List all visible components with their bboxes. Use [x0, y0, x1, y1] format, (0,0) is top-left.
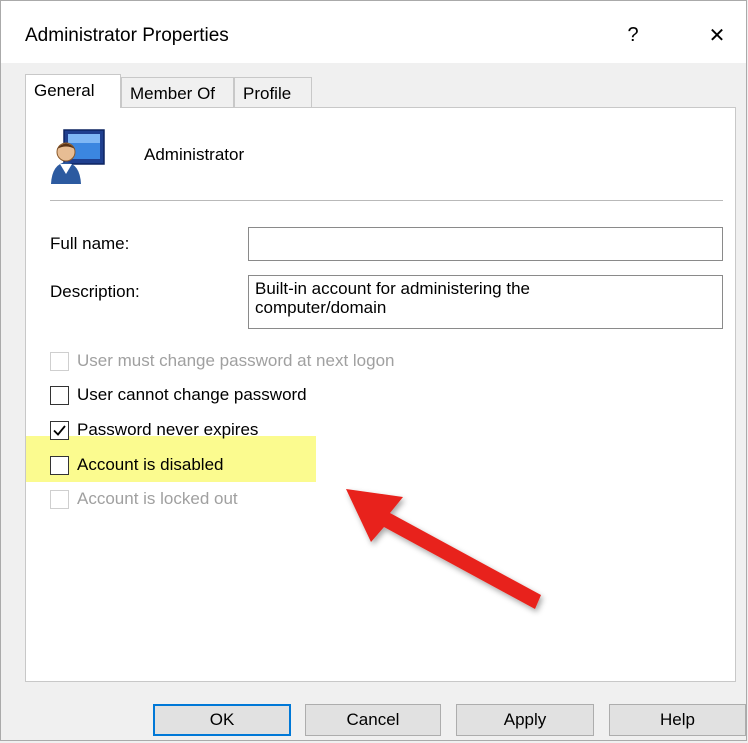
close-icon[interactable]: ✕	[703, 21, 731, 49]
cannot-change-password-label: User cannot change password	[77, 385, 307, 404]
ok-button[interactable]: OK	[153, 704, 291, 736]
must-change-password-label: User must change password at next logon	[77, 351, 395, 370]
password-never-expires-checkbox[interactable]	[50, 420, 69, 440]
checkbox-cannot-change-password[interactable]: User cannot change password	[50, 383, 307, 407]
cannot-change-password-checkbox[interactable]	[50, 385, 69, 405]
dialog-title: Administrator Properties	[25, 25, 229, 46]
cancel-button[interactable]: Cancel	[305, 704, 441, 736]
checkbox-account-locked-out[interactable]: Account is locked out	[50, 487, 238, 511]
tab-profile[interactable]: Profile	[234, 77, 312, 107]
help-icon[interactable]: ?	[619, 21, 647, 49]
apply-button[interactable]: Apply	[456, 704, 594, 736]
checkmark-icon	[53, 424, 66, 436]
password-never-expires-label: Password never expires	[77, 420, 259, 439]
checkbox-account-disabled[interactable]: Account is disabled	[50, 453, 223, 477]
account-locked-out-checkbox[interactable]	[50, 489, 69, 509]
full-name-label: Full name:	[50, 234, 130, 253]
description-label: Description:	[50, 282, 140, 301]
account-disabled-label: Account is disabled	[77, 455, 224, 474]
must-change-password-checkbox[interactable]	[50, 351, 69, 371]
properties-dialog: Administrator Properties ? ✕ General Mem…	[0, 0, 747, 741]
account-locked-out-label: Account is locked out	[77, 489, 238, 508]
full-name-field[interactable]	[248, 227, 723, 261]
divider	[50, 200, 723, 201]
account-disabled-checkbox[interactable]	[50, 455, 69, 475]
tab-member-of[interactable]: Member Of	[121, 77, 234, 107]
user-name: Administrator	[144, 145, 245, 164]
checkbox-password-never-expires[interactable]: Password never expires	[50, 418, 258, 442]
description-field[interactable]: Built-in account for administering the c…	[248, 275, 723, 329]
user-computer-icon	[51, 129, 105, 184]
checkbox-must-change-password[interactable]: User must change password at next logon	[50, 349, 395, 373]
title-bar: Administrator Properties ? ✕	[1, 1, 746, 63]
help-button[interactable]: Help	[609, 704, 746, 736]
general-tab-panel: Administrator Full name: Description: Bu…	[25, 107, 736, 682]
tab-general[interactable]: General	[25, 74, 121, 108]
